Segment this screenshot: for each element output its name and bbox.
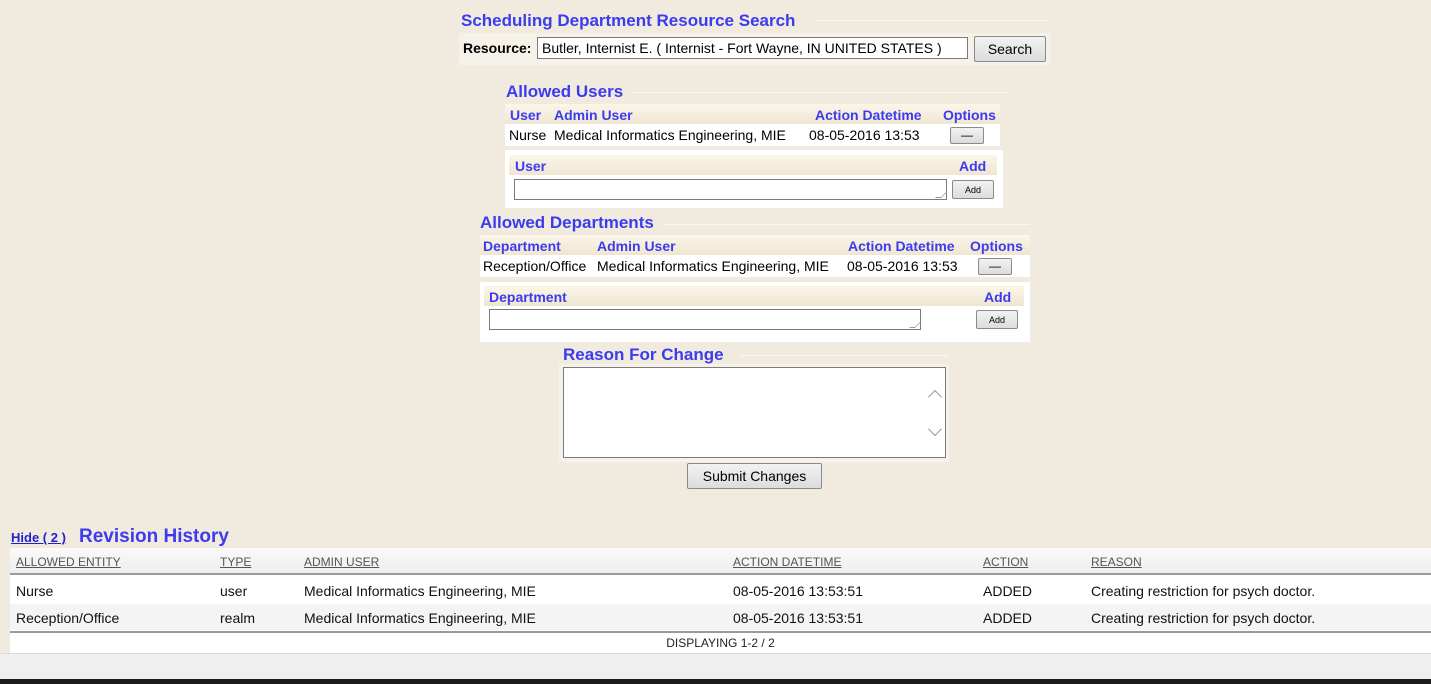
user-cell: Nurse: [509, 127, 547, 143]
title-divider: [740, 355, 948, 356]
column-header-admin-user: Admin User: [554, 107, 633, 123]
entity-cell: Nurse: [16, 583, 54, 599]
reason-cell: Creating restriction for psych doctor.: [1091, 610, 1316, 626]
column-header-user: User: [510, 107, 542, 123]
column-header-type[interactable]: TYPE: [220, 555, 251, 569]
department-input[interactable]: [489, 309, 921, 330]
column-header-department: Department: [483, 238, 561, 254]
header-divider: [10, 573, 1431, 575]
admin-user-cell: Medical Informatics Engineering, MIE: [304, 583, 536, 599]
column-header-reason[interactable]: REASON: [1091, 555, 1142, 569]
scroll-up-icon[interactable]: [927, 389, 943, 405]
department-cell: Reception/Office: [483, 258, 587, 274]
add-department-label: Department: [489, 289, 567, 305]
admin-user-cell: Medical Informatics Engineering, MIE: [304, 610, 536, 626]
pagination-status: DISPLAYING 1-2 / 2: [666, 636, 775, 650]
datetime-cell: 08-05-2016 13:53:51: [733, 583, 863, 599]
allowed-users-title: Allowed Users: [506, 82, 624, 101]
reason-textarea[interactable]: [563, 367, 946, 458]
column-header-action[interactable]: ACTION: [983, 555, 1028, 569]
resize-grip-icon[interactable]: [909, 322, 921, 328]
column-header-options: Options: [943, 107, 996, 123]
title-divider: [664, 224, 1030, 225]
scheduling-title: Scheduling Department Resource Search: [461, 11, 796, 30]
add-user-button[interactable]: Add: [952, 180, 994, 199]
remove-user-button[interactable]: —: [950, 127, 984, 144]
action-datetime-cell: 08-05-2016 13:53: [809, 127, 920, 143]
datetime-cell: 08-05-2016 13:53:51: [733, 610, 863, 626]
column-header-action-datetime[interactable]: ACTION DATETIME: [733, 555, 841, 569]
allowed-departments-title: Allowed Departments: [480, 213, 654, 232]
revision-history-title: Revision History: [79, 526, 229, 547]
admin-user-cell: Medical Informatics Engineering, MIE: [554, 127, 786, 143]
type-cell: realm: [220, 610, 256, 626]
footer-bar: [0, 653, 1431, 680]
reason-cell: Creating restriction for psych doctor.: [1091, 583, 1316, 599]
add-column-header: Add: [959, 158, 987, 174]
footer-divider: [10, 631, 1431, 633]
taskbar: [0, 679, 1431, 684]
resize-grip-icon[interactable]: [935, 192, 947, 198]
submit-changes-button[interactable]: Submit Changes: [687, 463, 822, 489]
admin-user-cell: Medical Informatics Engineering, MIE: [597, 258, 829, 274]
user-input[interactable]: [514, 179, 947, 200]
remove-department-button[interactable]: —: [978, 258, 1012, 275]
add-user-label: User: [515, 158, 547, 174]
resource-input[interactable]: Butler, Internist E. ( Internist - Fort …: [537, 37, 968, 59]
action-datetime-cell: 08-05-2016 13:53: [847, 258, 958, 274]
add-department-button[interactable]: Add: [976, 310, 1018, 329]
scroll-down-icon[interactable]: [927, 421, 943, 437]
title-divider: [818, 20, 1050, 21]
column-header-action-datetime: Action Datetime: [848, 238, 955, 254]
entity-cell: Reception/Office: [16, 610, 120, 626]
resource-label: Resource:: [463, 40, 532, 56]
type-cell: user: [220, 583, 248, 599]
add-user-header: [509, 155, 997, 175]
add-column-header: Add: [984, 289, 1012, 305]
reason-title: Reason For Change: [563, 345, 724, 364]
column-header-admin-user[interactable]: ADMIN USER: [304, 555, 379, 569]
column-header-action-datetime: Action Datetime: [815, 107, 922, 123]
column-header-options: Options: [970, 238, 1023, 254]
title-divider: [632, 92, 1006, 93]
action-cell: ADDED: [983, 610, 1033, 626]
column-header-admin-user: Admin User: [597, 238, 676, 254]
column-header-allowed-entity[interactable]: ALLOWED ENTITY: [16, 555, 121, 569]
action-cell: ADDED: [983, 583, 1033, 599]
search-button[interactable]: Search: [974, 36, 1046, 62]
hide-history-link[interactable]: Hide ( 2 ): [11, 530, 66, 545]
